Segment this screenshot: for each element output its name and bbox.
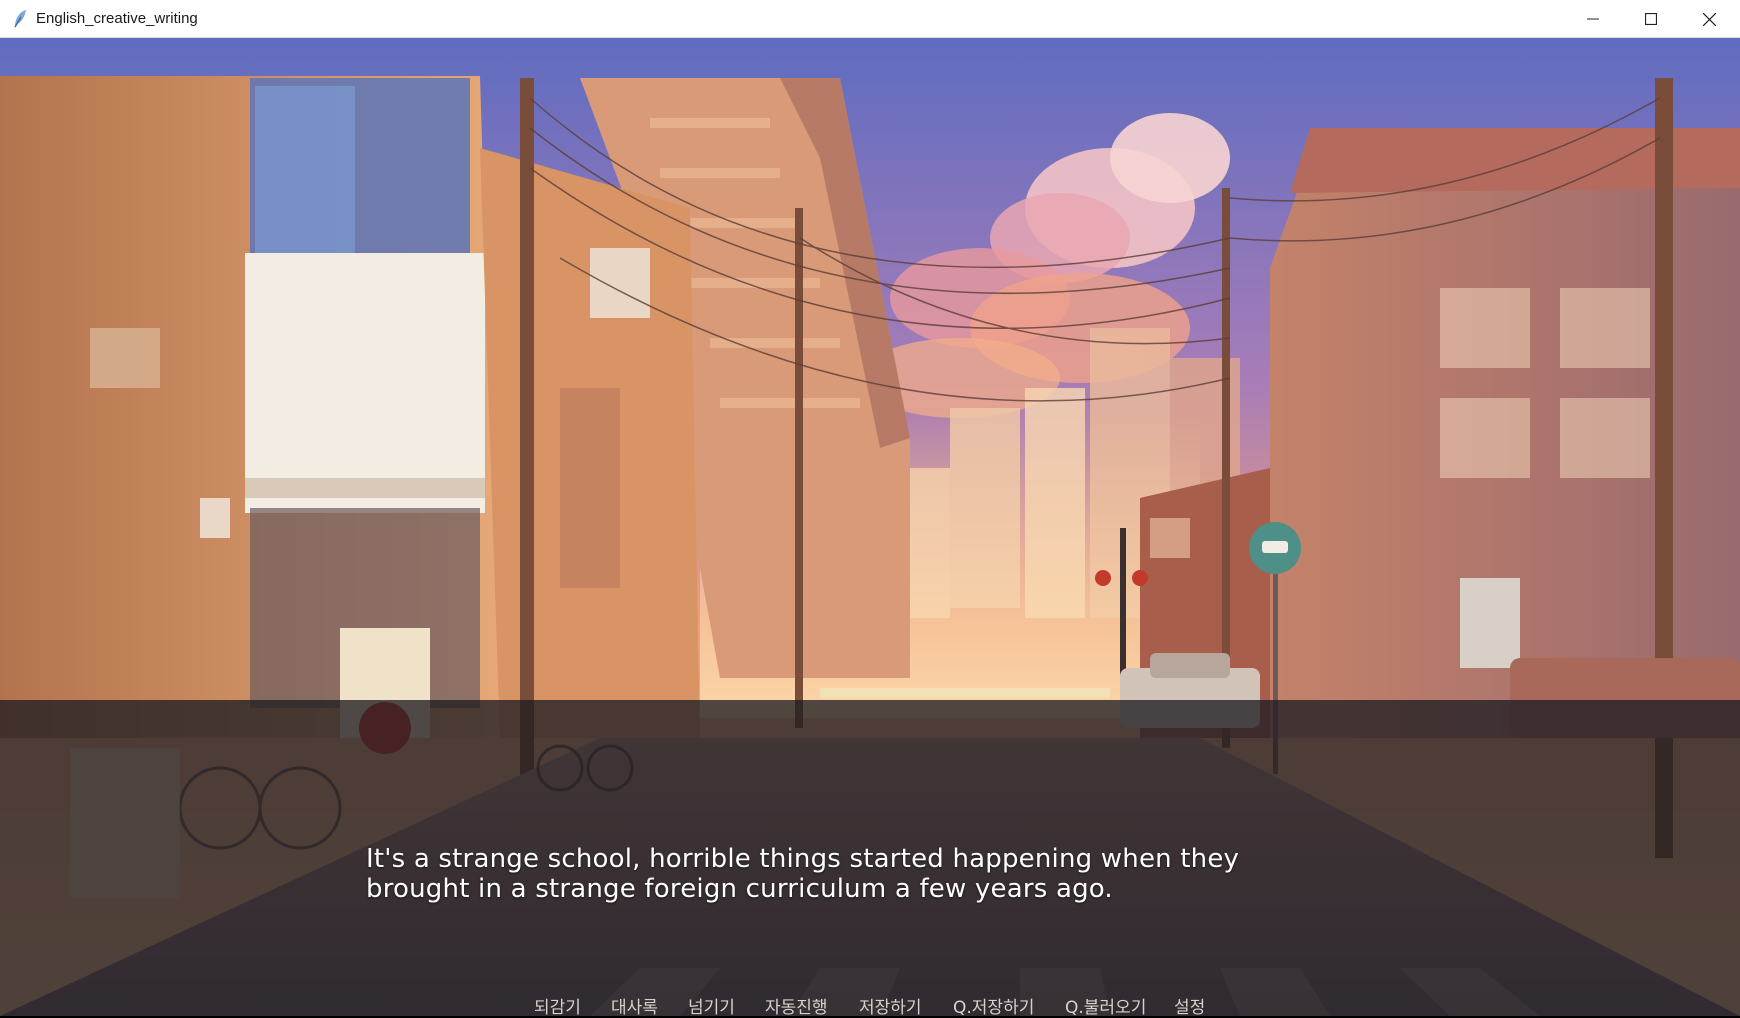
settings-button[interactable]: 설정 — [1174, 993, 1205, 1018]
app-feather-icon — [11, 9, 29, 29]
close-icon — [1702, 12, 1716, 26]
quick-load-button[interactable]: Q.불러오기 — [1065, 993, 1146, 1018]
maximize-icon — [1645, 13, 1657, 25]
save-button[interactable]: 저장하기 — [859, 993, 922, 1018]
dialogue-line-1: It's a strange school, horrible things s… — [366, 844, 1240, 874]
rollback-button[interactable]: 되감기 — [534, 993, 581, 1018]
quick-menu: 되감기 대사록 넘기기 자동진행 저장하기 Q.저장하기 Q.불러오기 설정 — [0, 993, 1740, 1018]
maximize-button[interactable] — [1622, 0, 1680, 38]
auto-button[interactable]: 자동진행 — [765, 993, 828, 1018]
convenience-store-building — [0, 76, 500, 754]
minimize-icon — [1587, 18, 1599, 20]
history-button[interactable]: 대사록 — [611, 993, 658, 1018]
close-button[interactable] — [1680, 0, 1738, 38]
side-building — [480, 148, 700, 738]
game-viewport[interactable]: It's a strange school, horrible things s… — [0, 38, 1740, 1016]
quick-save-button[interactable]: Q.저장하기 — [953, 993, 1034, 1018]
dialogue-text: It's a strange school, horrible things s… — [366, 844, 1366, 904]
window-title: English_creative_writing — [36, 10, 198, 27]
skip-button[interactable]: 넘기기 — [688, 993, 735, 1018]
minimize-button[interactable] — [1564, 0, 1622, 38]
dialogue-line-2: brought in a strange foreign curriculum … — [366, 874, 1113, 904]
window-titlebar: English_creative_writing — [0, 0, 1740, 38]
